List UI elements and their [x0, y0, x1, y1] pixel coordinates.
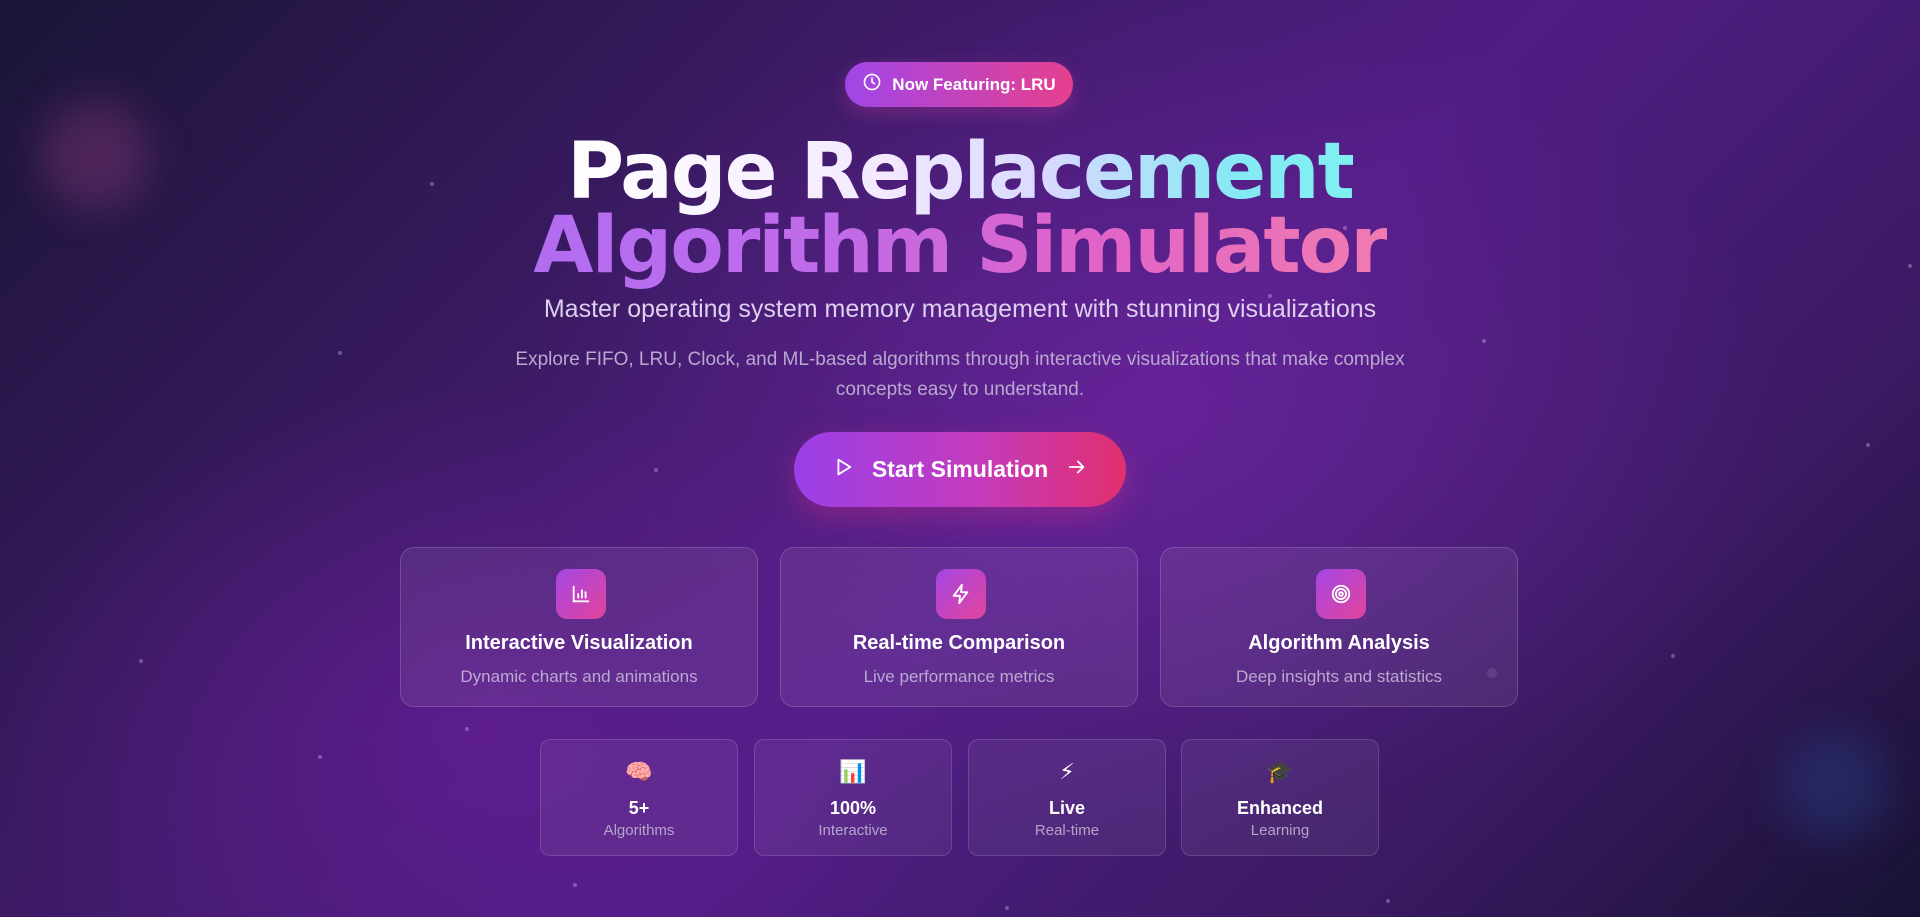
stat-card-live: ⚡ Live Real-time	[968, 739, 1166, 856]
page-title-line2: Algorithm Simulator	[0, 207, 1920, 285]
star-dot	[1386, 899, 1390, 903]
feature-card-analysis: Algorithm Analysis Deep insights and sta…	[1160, 547, 1518, 707]
star-dot	[338, 351, 342, 355]
star-dot	[654, 468, 658, 472]
start-simulation-button[interactable]: Start Simulation	[794, 432, 1126, 507]
stat-value: Enhanced	[1236, 798, 1324, 818]
lightning-icon: ⚡	[1059, 760, 1075, 785]
star-dot	[318, 755, 322, 759]
page-title-line1: Page Replacement	[0, 133, 1920, 211]
play-icon	[832, 456, 854, 484]
start-simulation-label: Start Simulation	[871, 456, 1049, 482]
star-dot	[465, 727, 469, 731]
clock-icon	[862, 72, 882, 97]
badge-label: Now Featuring: LRU	[892, 74, 1056, 94]
star-dot	[1005, 906, 1009, 910]
feature-card-comparison: Real-time Comparison Live performance me…	[780, 547, 1138, 707]
stat-value: 100%	[829, 798, 877, 818]
lightning-icon	[936, 569, 986, 619]
feature-title: Algorithm Analysis	[1248, 632, 1430, 654]
feature-description: Dynamic charts and animations	[460, 667, 698, 686]
arrow-right-icon	[1066, 456, 1088, 484]
stat-card-interactive: 📊 100% Interactive	[754, 739, 952, 856]
feature-description: Deep insights and statistics	[1236, 667, 1442, 686]
feature-title: Real-time Comparison	[852, 632, 1066, 654]
title-line2-text: Algorithm Simulator	[533, 201, 1388, 291]
star-dot	[139, 659, 143, 663]
brain-icon: 🧠	[625, 760, 653, 785]
stat-label: Learning	[1250, 822, 1310, 839]
hero-description: Explore FIFO, LRU, Clock, and ML-based a…	[515, 349, 1405, 400]
stat-card-algorithms: 🧠 5+ Algorithms	[540, 739, 738, 856]
feature-title: Interactive Visualization	[465, 632, 693, 654]
graduation-cap-icon: 🎓	[1266, 760, 1294, 785]
star-dot	[1866, 443, 1870, 447]
feature-card-visualization: Interactive Visualization Dynamic charts…	[400, 547, 758, 707]
star-dot	[1482, 339, 1486, 343]
background-glow-bottom-right	[1780, 730, 1890, 840]
stat-label: Interactive	[818, 822, 888, 839]
star-dot	[573, 883, 577, 887]
target-icon	[1316, 569, 1366, 619]
stat-value: Live	[1048, 798, 1086, 818]
hero-subtitle: Master operating system memory managemen…	[543, 295, 1377, 323]
featured-algorithm-badge[interactable]: Now Featuring: LRU	[845, 62, 1073, 107]
bar-chart-icon	[556, 569, 606, 619]
stat-value: 5+	[628, 798, 650, 818]
stat-label: Real-time	[1034, 822, 1100, 839]
feature-description: Live performance metrics	[863, 667, 1055, 686]
stat-card-learning: 🎓 Enhanced Learning	[1181, 739, 1379, 856]
chart-icon: 📊	[839, 760, 867, 785]
star-dot	[1671, 654, 1675, 658]
stat-label: Algorithms	[603, 822, 675, 839]
